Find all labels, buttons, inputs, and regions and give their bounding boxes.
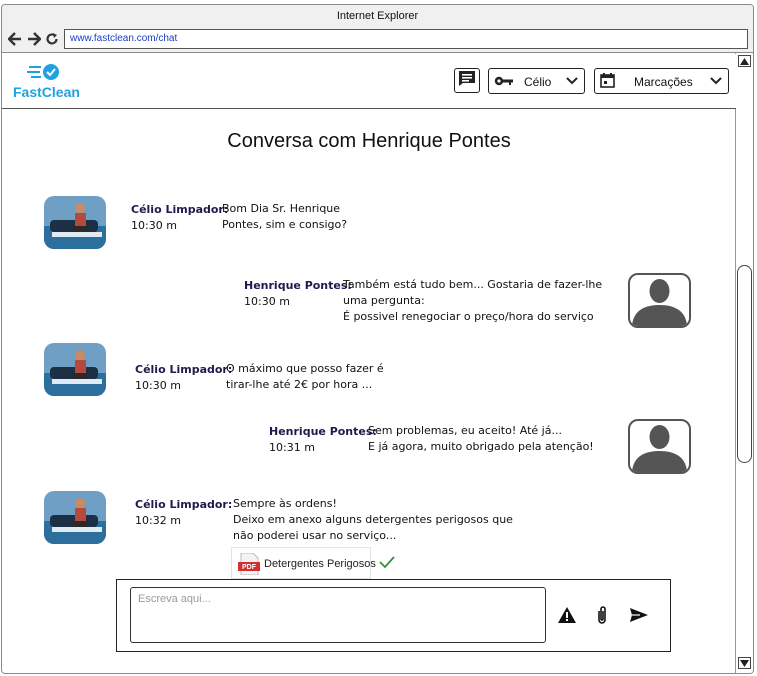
message-time: 10:30 m	[244, 295, 290, 308]
message-author: Célio Limpador:	[135, 498, 233, 511]
browser-nav-bar: www.fastclean.com/chat	[2, 27, 753, 53]
pdf-badge-text: PDF	[242, 564, 257, 571]
message-composer	[116, 579, 671, 652]
message-line: E já agora, muito obrigado pela atenção!	[368, 440, 594, 453]
chat-title: Conversa com Henrique Pontes	[227, 130, 511, 152]
scroll-down-icon[interactable]	[738, 657, 751, 669]
key-icon	[494, 75, 514, 90]
message-input[interactable]	[130, 587, 546, 643]
scroll-up-icon[interactable]	[738, 55, 751, 67]
message-line: Bom Dia Sr. Henrique	[222, 202, 341, 215]
message-text: Sempre às ordens! Deixo em anexo alguns …	[233, 496, 513, 544]
user-menu-label: Célio	[524, 75, 552, 89]
message-line: Sem problemas, eu aceito! Até já...	[368, 424, 562, 437]
refresh-icon[interactable]	[44, 31, 60, 47]
logo-text[interactable]: FastClean	[13, 84, 80, 100]
chevron-down-icon	[566, 75, 578, 89]
chat-list-icon	[458, 70, 476, 92]
messages-button[interactable]	[454, 68, 480, 93]
attachment-file[interactable]: PDF Detergentes Perigosos	[231, 547, 376, 579]
check-icon	[379, 555, 395, 573]
browser-window: Internet Explorer www.fastclean.com/chat	[1, 4, 754, 674]
message-line: O máximo que posso fazer é	[226, 362, 384, 375]
message-time: 10:30 m	[131, 219, 177, 232]
forward-icon[interactable]	[26, 31, 42, 47]
scrollbar[interactable]	[735, 53, 753, 673]
calendar-icon	[600, 73, 615, 91]
message-text: Bom Dia Sr. Henrique Pontes, sim e consi…	[222, 201, 347, 233]
paperclip-icon[interactable]	[591, 604, 613, 626]
message-line: uma pergunta:	[343, 294, 425, 307]
message-text: Também está tudo bem... Gostaria de faze…	[343, 277, 602, 325]
avatar	[44, 196, 106, 249]
message-line: Pontes, sim e consigo?	[222, 218, 348, 231]
message-line: tirar-lhe até 2€ por hora ...	[226, 378, 373, 391]
bookings-dropdown[interactable]: Marcações	[594, 68, 729, 94]
attachment-name: Detergentes Perigosos	[264, 558, 376, 570]
chevron-down-icon	[710, 75, 722, 89]
message-author: Célio Limpador:	[135, 363, 233, 376]
message-time: 10:31 m	[269, 441, 315, 454]
message-author: Henrique Pontes:	[269, 425, 377, 438]
message-text: Sem problemas, eu aceito! Até já... E já…	[368, 423, 594, 455]
scroll-thumb[interactable]	[737, 265, 752, 463]
window-title: Internet Explorer	[2, 5, 753, 27]
message-line: Também está tudo bem... Gostaria de faze…	[343, 278, 603, 291]
message-author: Henrique Pontes:	[244, 279, 352, 292]
warning-icon[interactable]	[556, 604, 578, 626]
message-time: 10:30 m	[135, 379, 181, 392]
message-author: Célio Limpador:	[131, 203, 229, 216]
message-time: 10:32 m	[135, 514, 181, 527]
app-header: FastClean Célio Marcações	[2, 54, 736, 109]
avatar	[44, 491, 106, 544]
user-menu-dropdown[interactable]: Célio	[488, 68, 585, 94]
user-silhouette-icon	[628, 419, 691, 474]
back-icon[interactable]	[7, 31, 23, 47]
pdf-file-icon: PDF	[238, 552, 260, 576]
address-bar[interactable]: www.fastclean.com/chat	[64, 29, 748, 49]
user-silhouette-icon	[628, 273, 691, 328]
message-line: Sempre às ordens!	[233, 497, 337, 510]
message-line: É possivel renegociar o preço/hora do se…	[343, 310, 594, 323]
send-icon[interactable]	[628, 604, 650, 626]
avatar	[44, 343, 106, 396]
message-line: não poderei usar no serviço...	[233, 529, 397, 542]
message-line: Deixo em anexo alguns detergentes perigo…	[233, 513, 513, 526]
bookings-label: Marcações	[634, 75, 693, 89]
message-text: O máximo que posso fazer é tirar-lhe até…	[226, 361, 384, 393]
